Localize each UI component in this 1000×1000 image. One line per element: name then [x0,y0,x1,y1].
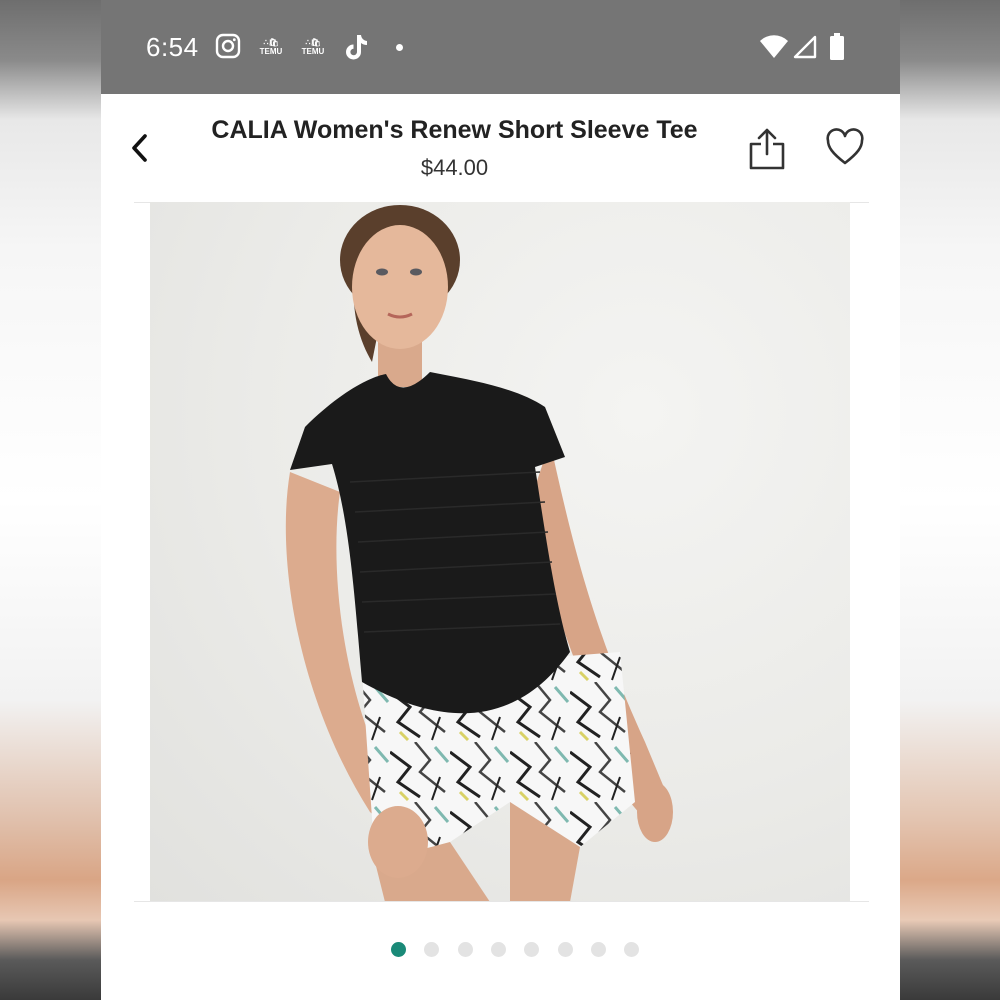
temu-glyph: ∴🛍 [263,38,279,47]
image-frame-bottom [134,901,869,902]
more-dot-icon [396,44,403,51]
temu-icon: ∴🛍 TEMU [256,38,286,58]
backdrop-left [0,0,101,1000]
wifi-icon [760,35,788,58]
phone-screen: 6:54 ∴🛍 TEMU ∴🛍 TEMU CALIA Women's Renew… [101,0,900,1000]
status-bar: 6:54 ∴🛍 TEMU ∴🛍 TEMU [101,0,900,94]
pagination-dot[interactable] [391,942,406,957]
tiktok-icon [346,35,367,60]
pagination-dot[interactable] [624,942,640,957]
product-title: CALIA Women's Renew Short Sleeve Tee [211,116,698,144]
temu-glyph: ∴🛍 [305,38,321,47]
back-button[interactable] [125,130,155,166]
pagination-dot[interactable] [590,942,606,957]
temu-icon: ∴🛍 TEMU [298,38,328,58]
battery-icon [830,33,844,60]
temu-label: TEMU [259,47,283,56]
image-pagination [101,940,900,960]
status-time: 6:54 [146,32,199,62]
product-price: $44.00 [420,155,489,180]
pagination-dot[interactable] [457,942,473,957]
signal-icon [793,35,817,59]
share-button[interactable] [747,126,787,172]
pagination-dot[interactable] [557,942,573,957]
product-image[interactable] [150,202,850,902]
pagination-dot[interactable] [524,942,540,957]
pagination-dot[interactable] [490,942,506,957]
temu-label: TEMU [301,47,325,56]
backdrop-right [900,0,1000,1000]
favorite-button[interactable] [825,128,865,168]
pagination-dot[interactable] [424,942,440,957]
model-illustration [285,205,673,902]
instagram-icon [215,33,241,59]
